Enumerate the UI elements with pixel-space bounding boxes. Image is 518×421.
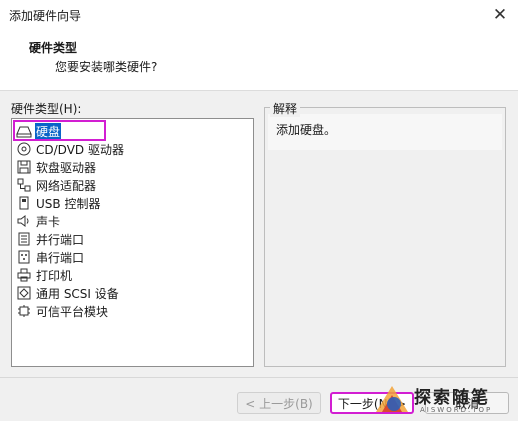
- list-item-label: 软盘驱动器: [36, 160, 97, 175]
- list-item-scsi[interactable]: 通用 SCSI 设备: [16, 284, 246, 302]
- cd-dvd-icon: [16, 141, 32, 157]
- hard-disk-icon: [16, 123, 32, 139]
- usb-icon: [16, 195, 32, 211]
- list-item-label: 通用 SCSI 设备: [36, 286, 119, 301]
- speaker-icon: [16, 213, 32, 229]
- scsi-icon: [16, 285, 32, 301]
- close-icon: ✕: [492, 5, 508, 25]
- page-subtitle: 您要安装哪类硬件?: [55, 60, 158, 74]
- list-item-tpm[interactable]: 可信平台模块: [16, 302, 246, 320]
- parallel-port-icon: [16, 231, 32, 247]
- list-item-label: 硬盘: [35, 122, 62, 140]
- list-item-label: USB 控制器: [36, 196, 101, 211]
- list-item-network-adapter[interactable]: 网络适配器: [16, 176, 246, 194]
- serial-port-icon: [16, 249, 32, 265]
- next-button[interactable]: 下一步(N) >: [330, 392, 414, 414]
- list-item-label: 可信平台模块: [36, 304, 109, 319]
- back-button[interactable]: < 上一步(B): [237, 392, 321, 414]
- explanation-title: 解释: [270, 100, 301, 117]
- list-item-serial-port[interactable]: 串行端口: [16, 248, 246, 266]
- list-item-label: 打印机: [36, 268, 73, 283]
- wizard-header: 硬件类型 您要安装哪类硬件?: [0, 30, 518, 91]
- list-item-label: 声卡: [36, 214, 61, 229]
- hardware-type-list[interactable]: 硬盘 CD/DVD 驱动器 软盘驱动器 网络适配器 USB 控制器 声卡 并行端…: [11, 118, 254, 367]
- list-item-printer[interactable]: 打印机: [16, 266, 246, 284]
- hardware-type-label: 硬件类型(H):: [11, 102, 82, 116]
- list-item-label: CD/DVD 驱动器: [36, 142, 124, 157]
- footer-divider: [0, 377, 518, 378]
- floppy-icon: [16, 159, 32, 175]
- page-title: 硬件类型: [29, 41, 78, 55]
- list-item-floppy[interactable]: 软盘驱动器: [16, 158, 246, 176]
- list-item-hard-disk[interactable]: 硬盘: [16, 122, 246, 140]
- list-item-label: 网络适配器: [36, 178, 97, 193]
- list-item-usb[interactable]: USB 控制器: [16, 194, 246, 212]
- list-item-label: 并行端口: [36, 232, 85, 247]
- window-title: 添加硬件向导: [9, 9, 82, 23]
- network-adapter-icon: [16, 177, 32, 193]
- cancel-button[interactable]: 取消: [425, 392, 509, 414]
- explanation-text: 添加硬盘。: [276, 123, 337, 137]
- tpm-icon: [16, 303, 32, 319]
- list-item-parallel-port[interactable]: 并行端口: [16, 230, 246, 248]
- close-button[interactable]: ✕: [488, 3, 512, 27]
- title-bar: 添加硬件向导 ✕: [0, 0, 518, 30]
- list-item-cd-dvd[interactable]: CD/DVD 驱动器: [16, 140, 246, 158]
- printer-icon: [16, 267, 32, 283]
- list-item-label: 串行端口: [36, 250, 85, 265]
- list-item-sound-card[interactable]: 声卡: [16, 212, 246, 230]
